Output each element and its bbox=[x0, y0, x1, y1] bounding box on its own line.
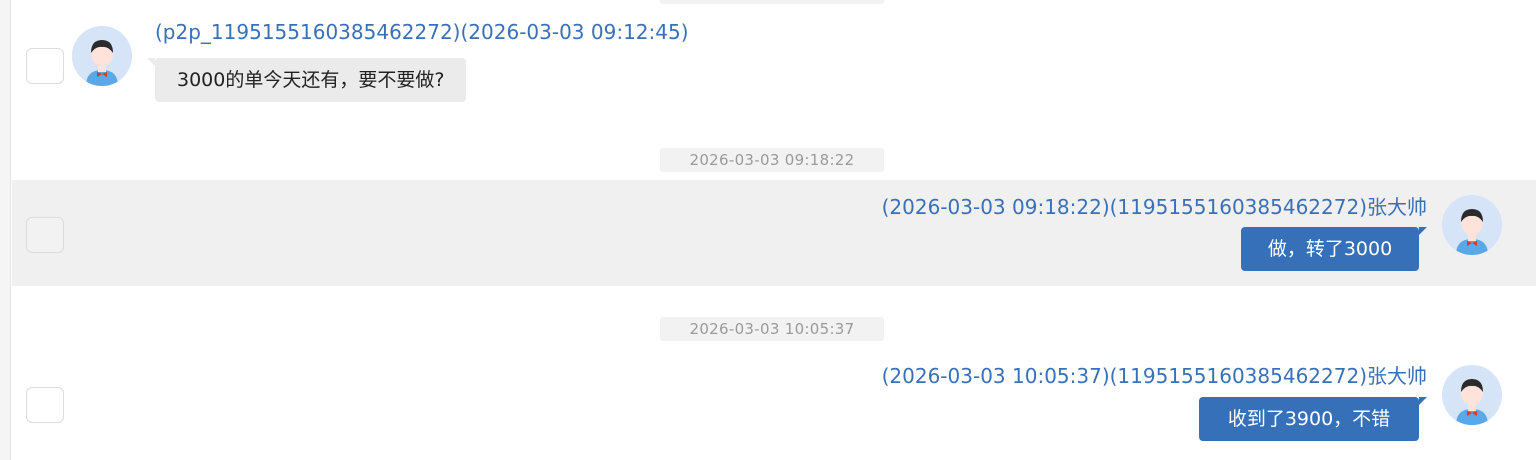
sender-meta-1: (p2p_1195155160385462272)(2026-03-03 09:… bbox=[155, 20, 689, 44]
user-avatar-icon[interactable] bbox=[1442, 365, 1502, 425]
sender-meta-2: (2026-03-03 09:18:22)(119515516038546227… bbox=[881, 195, 1427, 219]
message-bubble-3[interactable]: 收到了3900，不错 bbox=[1199, 397, 1419, 441]
select-checkbox-2[interactable] bbox=[26, 217, 64, 253]
select-checkbox-3[interactable] bbox=[26, 387, 64, 423]
timestamp-divider-previous bbox=[660, 0, 884, 4]
bubble-tail-2 bbox=[1419, 227, 1427, 235]
timestamp-divider-2: 2026-03-03 09:18:22 bbox=[660, 148, 884, 172]
timestamp-divider-3: 2026-03-03 10:05:37 bbox=[660, 317, 884, 341]
user-avatar-icon[interactable] bbox=[1442, 195, 1502, 255]
bubble-tail-1 bbox=[147, 58, 155, 66]
left-panel-border bbox=[0, 0, 11, 460]
message-bubble-1[interactable]: 3000的单今天还有，要不要做? bbox=[155, 58, 467, 102]
select-checkbox-1[interactable] bbox=[26, 48, 64, 84]
message-bubble-2[interactable]: 做，转了3000 bbox=[1241, 227, 1419, 271]
user-avatar-icon[interactable] bbox=[72, 26, 132, 86]
sender-meta-3: (2026-03-03 10:05:37)(119515516038546227… bbox=[881, 364, 1427, 388]
bubble-tail-3 bbox=[1419, 397, 1427, 405]
